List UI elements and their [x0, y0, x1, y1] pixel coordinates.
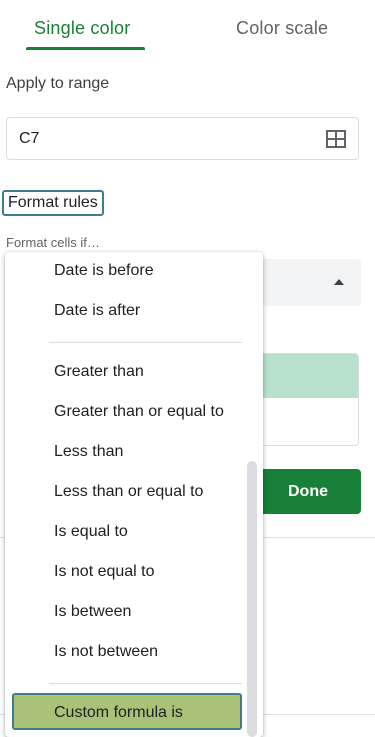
- menu-item-is-not-between[interactable]: Is not between: [54, 643, 158, 661]
- menu-item-is-not-equal-to[interactable]: Is not equal to: [54, 563, 155, 581]
- menu-item-custom-formula[interactable]: Custom formula is: [12, 693, 242, 730]
- menu-item-label: Custom formula is: [54, 704, 183, 721]
- done-button[interactable]: Done: [255, 469, 361, 514]
- format-cells-if-label: Format cells if…: [6, 235, 100, 250]
- grid-icon[interactable]: [326, 130, 346, 148]
- menu-item-date-is-after[interactable]: Date is after: [54, 302, 140, 320]
- menu-separator: [49, 342, 242, 343]
- conditional-format-panel: Single color Color scale Apply to range …: [0, 0, 375, 737]
- tab-color-scale[interactable]: Color scale: [236, 18, 328, 39]
- active-tab-indicator: [26, 47, 145, 50]
- format-rules-heading: Format rules: [2, 190, 104, 216]
- range-input[interactable]: C7: [6, 117, 359, 160]
- menu-scrollbar[interactable]: [247, 461, 257, 737]
- menu-item-date-is-before[interactable]: Date is before: [54, 262, 154, 280]
- menu-item-greater-than-or-equal[interactable]: Greater than or equal to: [54, 403, 224, 421]
- range-value[interactable]: C7: [19, 130, 39, 148]
- caret-up-icon: [334, 279, 344, 285]
- menu-item-is-equal-to[interactable]: Is equal to: [54, 523, 128, 541]
- tab-single-color[interactable]: Single color: [34, 18, 130, 39]
- menu-item-less-than[interactable]: Less than: [54, 443, 123, 461]
- menu-item-is-between[interactable]: Is between: [54, 603, 131, 621]
- condition-dropdown-menu: Date is before Date is after Greater tha…: [5, 252, 263, 737]
- apply-to-range-label: Apply to range: [6, 75, 110, 92]
- menu-item-greater-than[interactable]: Greater than: [54, 363, 144, 381]
- menu-item-less-than-or-equal[interactable]: Less than or equal to: [54, 483, 203, 501]
- menu-separator: [49, 683, 242, 684]
